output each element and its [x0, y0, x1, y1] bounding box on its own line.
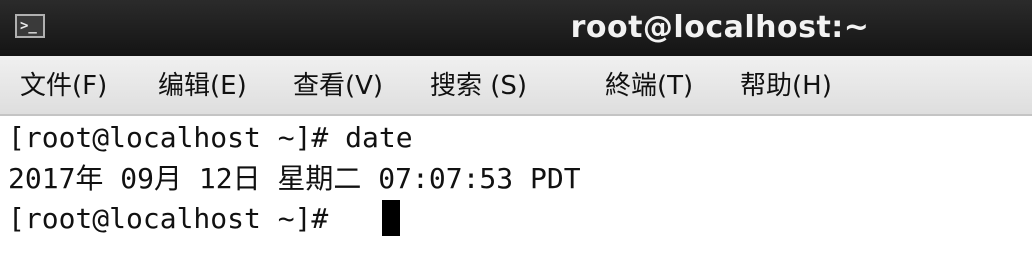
menu-file[interactable]: 文件(F) — [20, 70, 107, 102]
menu-terminal[interactable]: 終端(T) — [605, 70, 693, 102]
terminal-line-prompt: [root@localhost ~]# — [8, 202, 346, 235]
title-bar[interactable]: >_ root@localhost:~ — [0, 0, 1032, 56]
menu-help[interactable]: 帮助(H) — [740, 70, 832, 102]
window-title: root@localhost:~ — [570, 10, 870, 45]
menu-view[interactable]: 查看(V) — [293, 70, 383, 102]
terminal-window: >_ root@localhost:~ 文件(F) 编辑(E) 查看(V) 搜索… — [0, 0, 1032, 256]
terminal-output[interactable]: [root@localhost ~]# date 2017年 09月 12日 星… — [0, 116, 1032, 256]
menu-search[interactable]: 搜索 (S) — [430, 70, 527, 102]
menu-bar: 文件(F) 编辑(E) 查看(V) 搜索 (S) 終端(T) 帮助(H) — [0, 56, 1032, 116]
menu-edit[interactable]: 编辑(E) — [158, 70, 247, 102]
terminal-line-command: [root@localhost ~]# date — [8, 121, 413, 154]
terminal-icon[interactable]: >_ — [15, 14, 45, 38]
text-cursor — [382, 200, 400, 236]
terminal-line-output: 2017年 09月 12日 星期二 07:07:53 PDT — [8, 162, 581, 195]
terminal-prompt-glyph: >_ — [20, 18, 37, 34]
